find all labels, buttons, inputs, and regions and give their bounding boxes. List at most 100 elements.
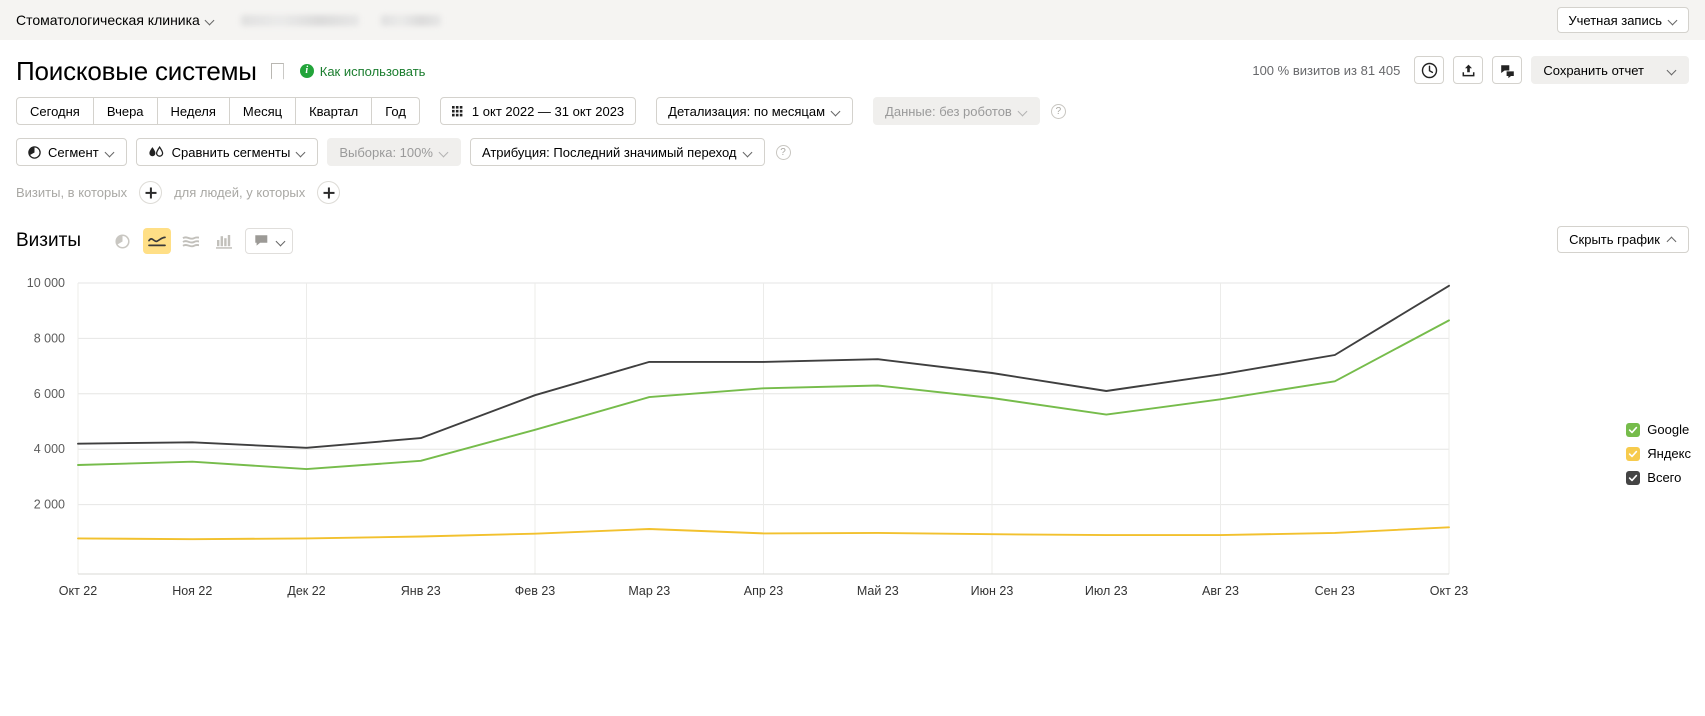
period-presets: Сегодня Вчера Неделя Месяц Квартал Год bbox=[16, 97, 420, 125]
line-chart-type-button[interactable] bbox=[142, 228, 171, 254]
blurred-chunk bbox=[240, 14, 359, 26]
date-range-label: 1 окт 2022 — 31 окт 2023 bbox=[471, 103, 625, 119]
counter-selector[interactable]: Стоматологическая клиника bbox=[16, 12, 215, 28]
pie-chart-icon bbox=[28, 145, 41, 159]
add-people-filter-button[interactable] bbox=[317, 181, 341, 204]
check-icon bbox=[1629, 426, 1638, 433]
segment-button[interactable]: Сегмент bbox=[16, 138, 127, 166]
period-row: Сегодня Вчера Неделя Месяц Квартал Год 1… bbox=[0, 97, 1705, 125]
x-axis-tick-label: Июл 23 bbox=[1085, 584, 1128, 598]
share-icon bbox=[1462, 64, 1475, 76]
metric-title: Визиты bbox=[16, 230, 81, 251]
chart-type-switcher bbox=[109, 228, 293, 254]
bar-chart-type-button[interactable] bbox=[211, 228, 239, 254]
clock-icon bbox=[1421, 62, 1438, 78]
period-yesterday[interactable]: Вчера bbox=[93, 97, 158, 125]
segment-row: Сегмент Сравнить сегменты Выборка: 100% … bbox=[0, 138, 1705, 166]
chevron-down-icon bbox=[277, 237, 286, 246]
check-icon bbox=[1629, 450, 1638, 457]
comments-icon-button[interactable] bbox=[1492, 56, 1523, 84]
save-report-button[interactable]: Сохранить отчет bbox=[1531, 56, 1689, 84]
chevron-down-icon bbox=[206, 16, 215, 25]
chevron-down-icon bbox=[1668, 66, 1677, 75]
visit-filters-row: Визиты, в которых для людей, у которых bbox=[0, 181, 1705, 204]
y-axis-tick-label: 8 000 bbox=[34, 331, 65, 345]
legend-item-google[interactable]: Google bbox=[1626, 422, 1691, 437]
bar-chart-icon bbox=[216, 234, 233, 249]
robots-help-icon[interactable]: ? bbox=[1050, 103, 1066, 119]
legend-label: Google bbox=[1647, 422, 1690, 437]
period-month[interactable]: Месяц bbox=[229, 97, 297, 125]
visits-line-chart[interactable]: 2 000 4 000 6 000 8 000 10 000 Окт 22 Ноя 22 Де… bbox=[0, 270, 1705, 650]
legend-item-всего[interactable]: Всего bbox=[1626, 470, 1691, 485]
period-today[interactable]: Сегодня bbox=[16, 97, 94, 125]
x-axis-tick-label: Апр 23 bbox=[744, 584, 783, 598]
chart-area: 2 000 4 000 6 000 8 000 10 000 Окт 22 Ноя 22 Де… bbox=[0, 270, 1705, 660]
compare-segments-label: Сравнить сегменты bbox=[171, 144, 291, 160]
chart-header: Визиты Скрыть график bbox=[0, 226, 1705, 256]
x-axis-tick-label: Дек 22 bbox=[287, 584, 325, 598]
save-report-label: Сохранить отчет bbox=[1543, 62, 1644, 78]
compare-segments-button[interactable]: Сравнить сегменты bbox=[135, 138, 319, 166]
calendar-icon bbox=[451, 105, 463, 116]
how-to-use-label: Как использовать bbox=[319, 63, 426, 79]
add-visit-filter-button[interactable] bbox=[139, 181, 163, 204]
x-axis-tick-label: Авг 23 bbox=[1202, 584, 1239, 598]
area-chart-type-button[interactable] bbox=[177, 228, 205, 254]
legend-item-яндекс[interactable]: Яндекс bbox=[1626, 446, 1691, 461]
chevron-down-icon bbox=[440, 148, 449, 157]
segment-label: Сегмент bbox=[48, 144, 99, 160]
legend-checkbox[interactable] bbox=[1626, 470, 1641, 485]
top-bar: Стоматологическая клиника Учетная запись bbox=[0, 0, 1705, 40]
sampling-select[interactable]: Выборка: 100% bbox=[327, 138, 461, 166]
detail-level-label: Детализация: по месяцам bbox=[668, 103, 826, 119]
pie-chart-type-button[interactable] bbox=[109, 228, 137, 254]
legend-label: Всего bbox=[1647, 470, 1682, 485]
annotations-button[interactable] bbox=[244, 228, 293, 254]
chevron-down-icon bbox=[1669, 16, 1678, 25]
period-quarter[interactable]: Квартал bbox=[296, 97, 373, 125]
share-icon-button[interactable] bbox=[1453, 56, 1484, 84]
x-axis-tick-label: Май 23 bbox=[857, 584, 899, 598]
x-axis-tick-label: Окт 22 bbox=[59, 584, 97, 598]
date-range-picker[interactable]: 1 окт 2022 — 31 окт 2023 bbox=[439, 97, 637, 125]
x-axis-tick-label: Мар 23 bbox=[628, 584, 670, 598]
detail-level-select[interactable]: Детализация: по месяцам bbox=[656, 97, 854, 125]
clock-icon-button[interactable] bbox=[1414, 56, 1445, 84]
legend-checkbox[interactable] bbox=[1626, 446, 1641, 461]
x-axis-tick-label: Ноя 22 bbox=[172, 584, 212, 598]
sampling-label: Выборка: 100% bbox=[339, 144, 433, 160]
chevron-down-icon bbox=[1019, 107, 1028, 116]
account-button[interactable]: Учетная запись bbox=[1557, 7, 1689, 33]
counter-name-label: Стоматологическая клиника bbox=[16, 12, 200, 28]
title-actions: 100 % визитов из 81 405 Сохранить отчет bbox=[1252, 56, 1689, 84]
chevron-up-icon bbox=[1668, 235, 1677, 244]
chevron-down-icon bbox=[744, 148, 753, 157]
legend-checkbox[interactable] bbox=[1626, 422, 1641, 437]
area-chart-icon bbox=[182, 235, 200, 247]
title-row: Поисковые системы i Как использовать 100… bbox=[0, 40, 1705, 86]
comment-bubble-icon bbox=[255, 235, 268, 246]
attribution-select[interactable]: Атрибуция: Последний значимый переход bbox=[469, 138, 765, 166]
pie-chart-icon bbox=[115, 233, 131, 249]
x-axis-tick-label: Окт 23 bbox=[1430, 584, 1468, 598]
bookmark-icon[interactable] bbox=[270, 62, 284, 80]
legend-label: Яндекс bbox=[1647, 446, 1691, 461]
data-robots-select[interactable]: Данные: без роботов bbox=[873, 97, 1040, 125]
hide-chart-label: Скрыть график bbox=[1569, 232, 1660, 247]
check-icon bbox=[1629, 474, 1638, 481]
period-week[interactable]: Неделя bbox=[157, 97, 230, 125]
attribution-help-icon[interactable]: ? bbox=[775, 144, 791, 160]
chevron-down-icon bbox=[832, 107, 841, 116]
x-axis-tick-label: Сен 23 bbox=[1315, 584, 1355, 598]
comments-icon bbox=[1501, 64, 1514, 78]
y-axis-tick-label: 2 000 bbox=[34, 498, 65, 512]
period-year[interactable]: Год bbox=[372, 97, 420, 125]
how-to-use-link[interactable]: i Как использовать bbox=[299, 63, 426, 79]
line-chart-icon bbox=[148, 236, 166, 246]
visits-filter-label: Визиты, в которых bbox=[16, 185, 128, 200]
compare-drops-icon bbox=[149, 145, 163, 157]
account-label: Учетная запись bbox=[1568, 12, 1662, 28]
y-axis-tick-label: 10 000 bbox=[27, 276, 65, 290]
hide-chart-button[interactable]: Скрыть график bbox=[1557, 226, 1689, 253]
